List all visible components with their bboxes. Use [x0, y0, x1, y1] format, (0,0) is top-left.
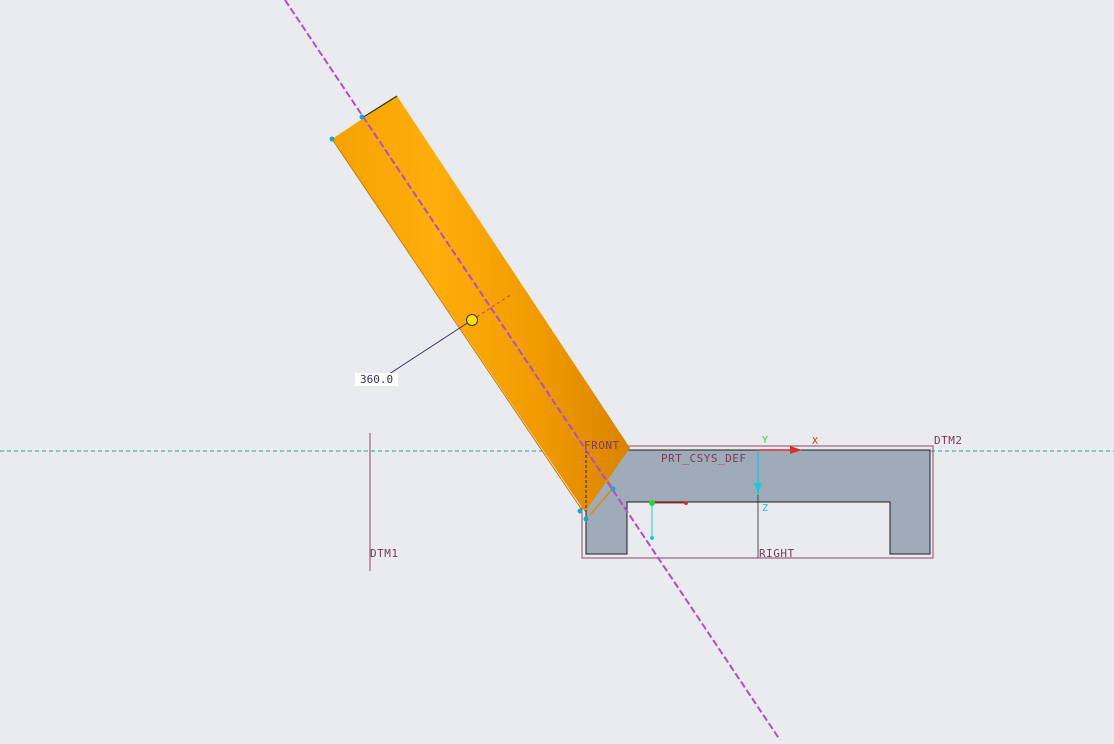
vertex-point[interactable] [583, 516, 589, 522]
dimension-value[interactable]: 360.0 [355, 373, 399, 386]
graphics-viewport[interactable]: 360.0 FRONT DTM2 PRT_CSYS_DEF RIGHT DTM1… [0, 0, 1114, 741]
front-plane-label[interactable]: FRONT [584, 439, 620, 452]
right-plane-label[interactable]: RIGHT [759, 547, 795, 560]
axis-x-label: X [812, 436, 819, 447]
vertex-point[interactable] [577, 508, 583, 514]
circle-handle-icon[interactable] [466, 314, 478, 326]
small-csys-icon [649, 500, 688, 540]
csys-label[interactable]: PRT_CSYS_DEF [661, 452, 746, 465]
vertex-point[interactable] [329, 136, 335, 142]
axis-y-label: Y [762, 435, 769, 446]
vertex-point[interactable] [359, 114, 365, 120]
dimension-leader [382, 319, 473, 379]
axis-z-label: Z [762, 503, 769, 514]
dtm1-plane-label[interactable]: DTM1 [370, 547, 399, 560]
datum-axis-line[interactable] [284, 0, 781, 741]
dtm2-plane-label[interactable]: DTM2 [934, 434, 963, 447]
model-canvas[interactable] [0, 0, 1114, 741]
vertex-point[interactable] [610, 486, 616, 492]
